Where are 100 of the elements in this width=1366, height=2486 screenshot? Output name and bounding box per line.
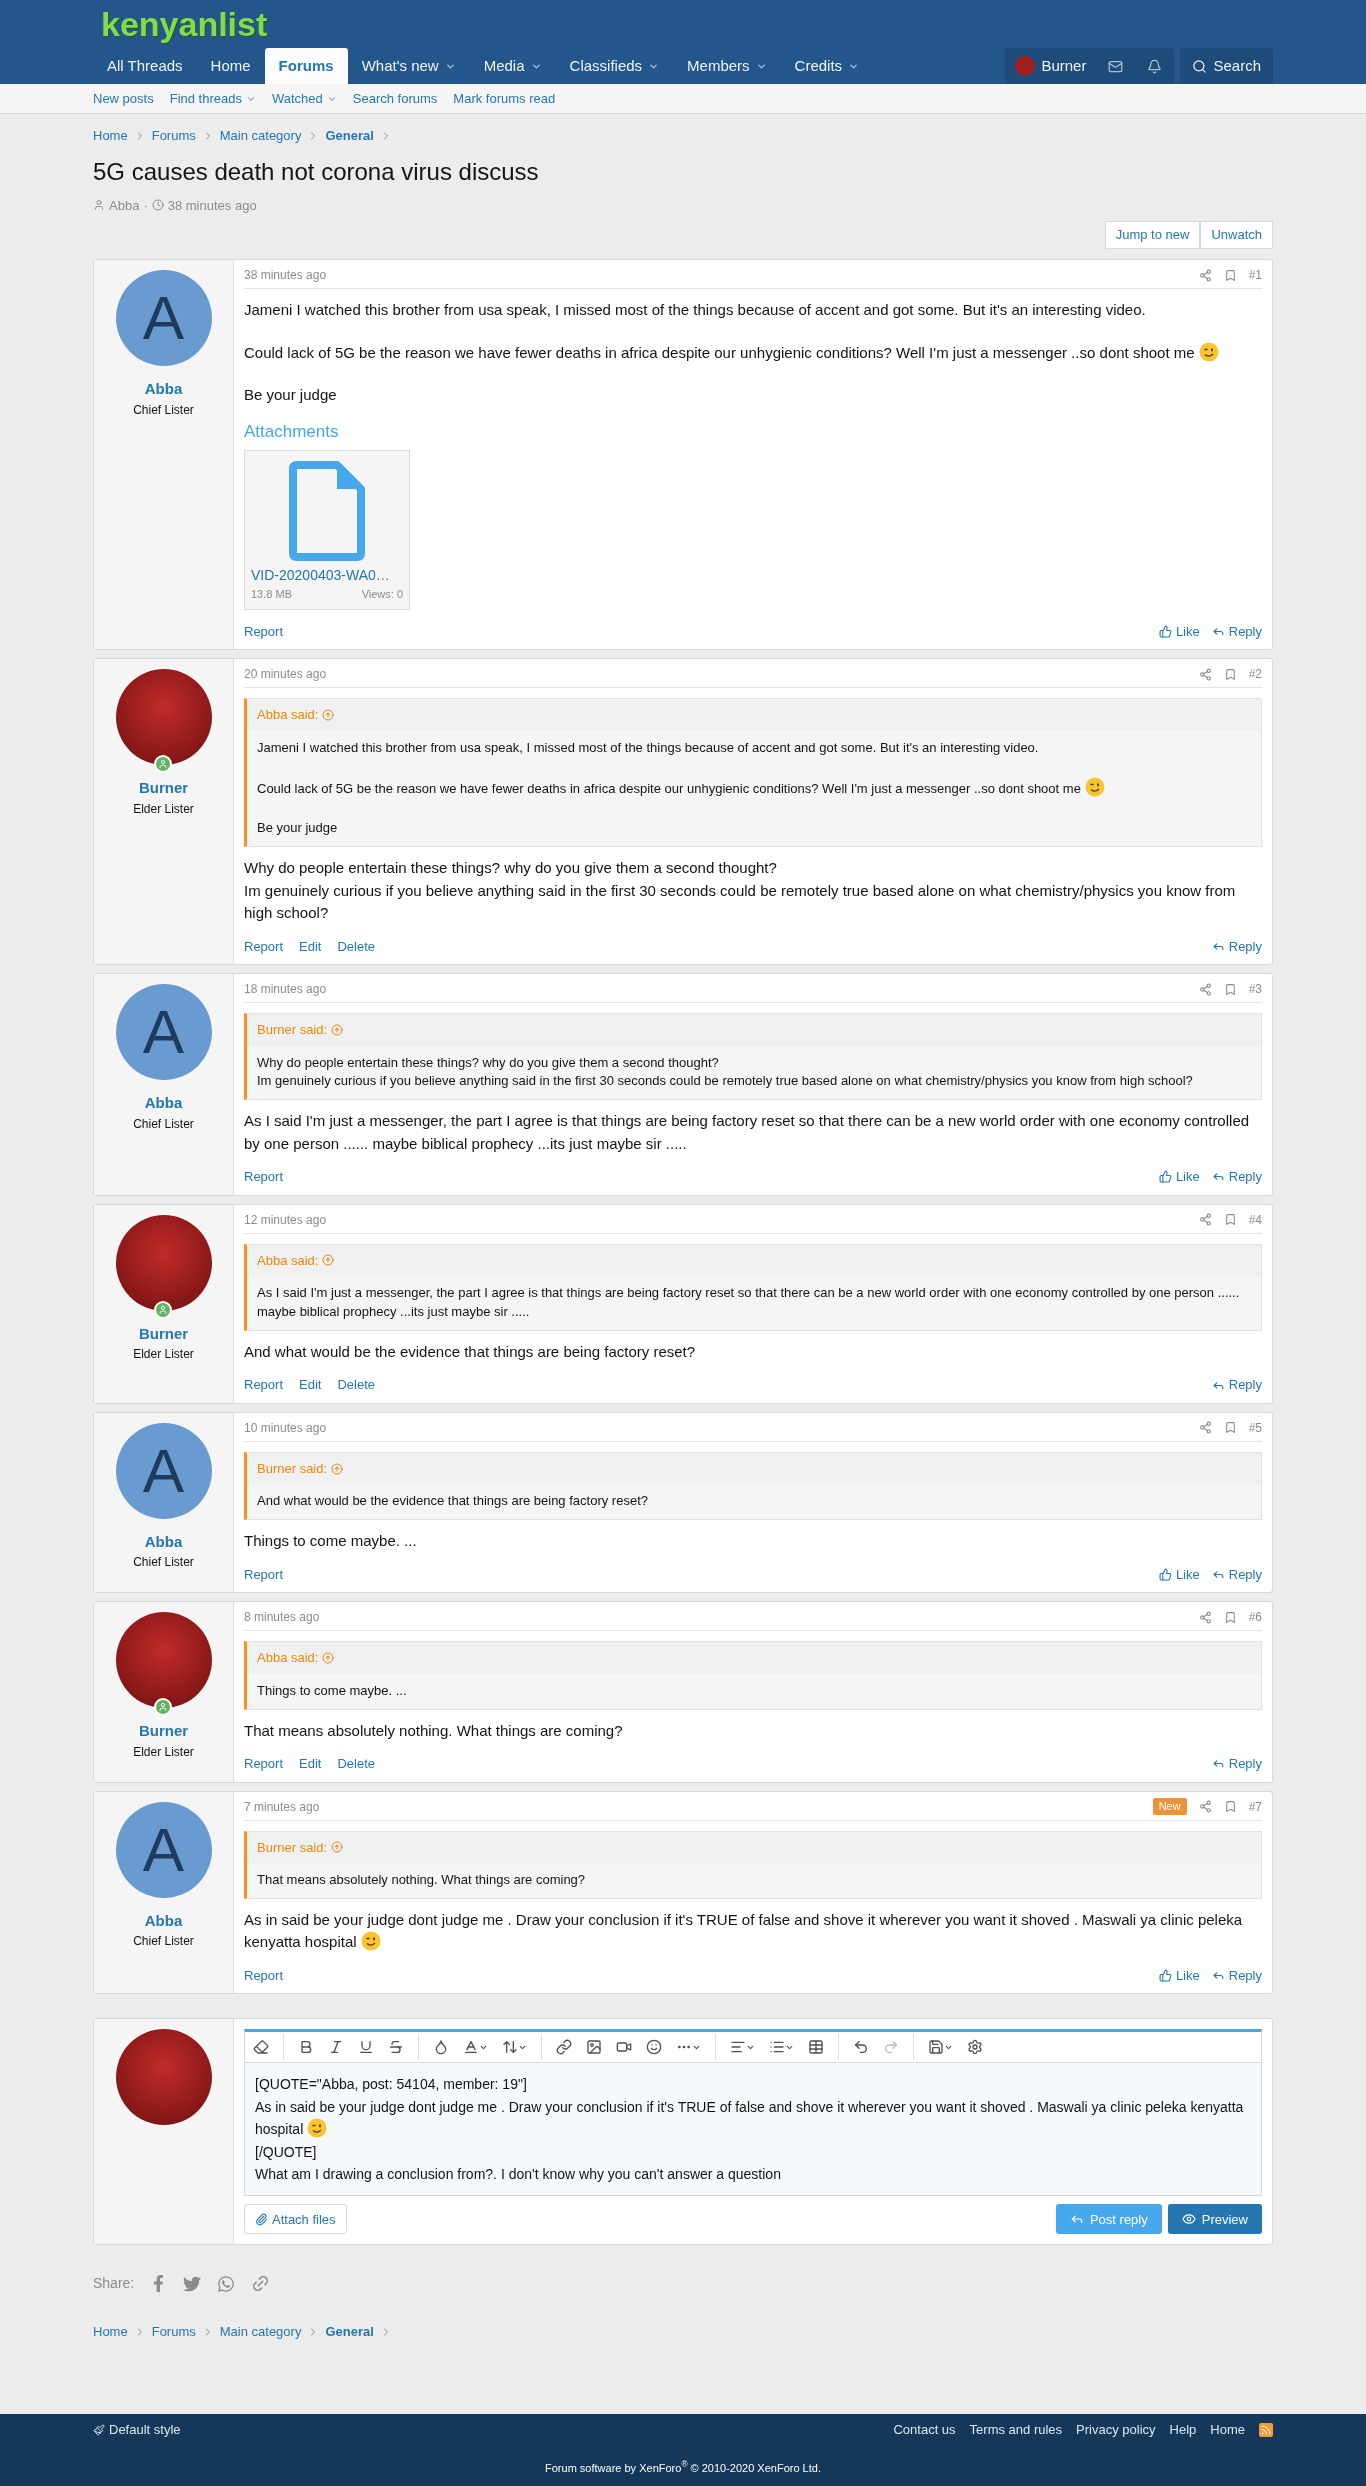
quote-author[interactable]: Burner said: (257, 1458, 328, 1479)
breadcrumb-link[interactable]: Main category (219, 2322, 302, 2342)
share-icon[interactable] (1198, 982, 1212, 996)
nav-tab[interactable]: Members (673, 48, 781, 84)
post-action-link[interactable]: Report (244, 1754, 284, 1774)
reply-link[interactable]: Reply (1211, 1965, 1262, 1986)
post-action-link[interactable]: Edit (299, 1754, 322, 1774)
sub-navigation-link[interactable]: New posts (93, 88, 154, 109)
eraser-icon[interactable] (253, 2039, 269, 2056)
rss-icon[interactable] (1259, 2422, 1273, 2437)
username-link[interactable]: Abba (144, 1092, 183, 1115)
search-button[interactable]: Search (1180, 48, 1273, 84)
footer-link[interactable]: Contact us (893, 2420, 956, 2440)
bookmark-icon[interactable] (1223, 1421, 1237, 1435)
share-icon[interactable] (1198, 1213, 1212, 1227)
like-link[interactable]: Like (1158, 1564, 1200, 1585)
bookmark-icon[interactable] (1223, 268, 1237, 282)
text-size-icon[interactable] (502, 2039, 527, 2056)
post-action-link[interactable]: Report (244, 1167, 284, 1187)
sub-navigation-link[interactable]: Search forums (352, 88, 438, 109)
nav-tab[interactable]: Credits (780, 48, 874, 84)
post-number[interactable]: #4 (1248, 1210, 1262, 1229)
post-time[interactable]: 8 minutes ago (244, 1608, 320, 1627)
reply-link[interactable]: Reply (1211, 936, 1262, 957)
like-link[interactable]: Like (1158, 621, 1200, 641)
save-icon[interactable] (928, 2039, 953, 2056)
image-icon[interactable] (586, 2039, 602, 2056)
twitter-icon[interactable] (183, 2274, 202, 2293)
avatar-letter[interactable]: A (115, 270, 212, 366)
post-time[interactable]: 18 minutes ago (244, 980, 327, 999)
nav-tab[interactable]: What's new (347, 48, 470, 84)
share-icon[interactable] (1198, 667, 1212, 681)
settings-icon[interactable] (967, 2039, 983, 2056)
reply-link[interactable]: Reply (1211, 1564, 1262, 1585)
username-link[interactable]: Burner (138, 1322, 189, 1346)
bookmark-icon[interactable] (1223, 667, 1237, 681)
post-number[interactable]: #5 (1248, 1418, 1262, 1437)
attachment-card[interactable]: VID-20200403-WA0… 13.8 MB Views: 0 (244, 450, 410, 610)
bookmark-icon[interactable] (1223, 982, 1237, 996)
attach-files-button[interactable]: Attach files (244, 2204, 347, 2235)
post-action-link[interactable]: Report (244, 621, 284, 641)
breadcrumb-link[interactable]: Home (93, 2322, 128, 2342)
thread-author[interactable]: Abba (109, 195, 140, 215)
share-icon[interactable] (1198, 268, 1212, 282)
whatsapp-icon[interactable] (217, 2274, 236, 2293)
bold-icon[interactable] (298, 2039, 314, 2056)
sub-navigation-link[interactable]: Mark forums read (453, 88, 556, 109)
sub-navigation-link[interactable]: Watched (271, 88, 337, 109)
strikethrough-icon[interactable] (388, 2039, 404, 2056)
username-link[interactable]: Burner (138, 1720, 189, 1743)
nav-tab[interactable]: Classifieds (555, 48, 674, 84)
underline-icon[interactable] (358, 2039, 374, 2056)
sub-navigation-link[interactable]: Find threads (169, 88, 256, 109)
smiley-icon[interactable] (646, 2039, 662, 2056)
link-icon[interactable] (556, 2039, 572, 2056)
post-action-link[interactable]: Edit (299, 936, 322, 957)
reply-link[interactable]: Reply (1211, 621, 1262, 641)
share-icon[interactable] (1198, 1800, 1212, 1814)
editor-text-area[interactable] (244, 2063, 1262, 2197)
post-reply-button[interactable]: Post reply (1055, 2204, 1162, 2235)
footer-link[interactable]: Privacy policy (1076, 2420, 1156, 2440)
post-number[interactable]: #6 (1248, 1608, 1262, 1627)
username-link[interactable]: Abba (144, 1530, 183, 1554)
bell-icon[interactable] (1147, 58, 1163, 74)
avatar-letter[interactable]: A (115, 1422, 212, 1519)
avatar-letter[interactable]: A (115, 984, 212, 1081)
breadcrumb-link[interactable]: Forums (151, 126, 196, 146)
post-time[interactable]: 38 minutes ago (244, 266, 327, 284)
post-time[interactable]: 12 minutes ago (244, 1210, 327, 1229)
quote-author[interactable]: Burner said: (257, 1020, 328, 1040)
quote-author[interactable]: Abba said: (257, 1648, 319, 1668)
footer-link[interactable]: Terms and rules (969, 2420, 1063, 2440)
post-action-link[interactable]: Delete (337, 1754, 375, 1774)
bookmark-icon[interactable] (1223, 1800, 1237, 1814)
quote-author[interactable]: Burner said: (257, 1837, 328, 1858)
nav-tab[interactable]: All Threads (93, 48, 197, 84)
site-logo[interactable]: kenyanlist (101, 7, 268, 41)
post-action-link[interactable]: Report (244, 1375, 284, 1395)
thread-action-button[interactable]: Unwatch (1200, 221, 1273, 249)
post-time[interactable]: 20 minutes ago (244, 665, 327, 683)
post-time[interactable]: 10 minutes ago (244, 1418, 327, 1437)
thread-action-button[interactable]: Jump to new (1104, 221, 1201, 249)
footer-link[interactable]: Help (1169, 2420, 1197, 2440)
reply-link[interactable]: Reply (1211, 1754, 1262, 1774)
table-icon[interactable] (808, 2039, 824, 2056)
italic-icon[interactable] (328, 2039, 344, 2056)
post-action-link[interactable]: Delete (337, 936, 375, 957)
attachment-name[interactable]: VID-20200403-WA0… (251, 565, 403, 586)
bookmark-icon[interactable] (1223, 1610, 1237, 1624)
post-number[interactable]: #7 (1248, 1797, 1262, 1816)
bookmark-icon[interactable] (1223, 1213, 1237, 1227)
username-link[interactable]: Abba (144, 1909, 183, 1933)
mail-icon[interactable] (1108, 58, 1124, 74)
nav-tab[interactable]: Home (196, 48, 265, 84)
post-time[interactable]: 7 minutes ago (244, 1797, 320, 1816)
post-action-link[interactable]: Report (244, 1965, 284, 1986)
nav-tab[interactable]: Forums (264, 48, 348, 84)
breadcrumb-link[interactable]: General (325, 126, 374, 146)
post-number[interactable]: #3 (1248, 980, 1262, 999)
reply-link[interactable]: Reply (1211, 1167, 1262, 1187)
